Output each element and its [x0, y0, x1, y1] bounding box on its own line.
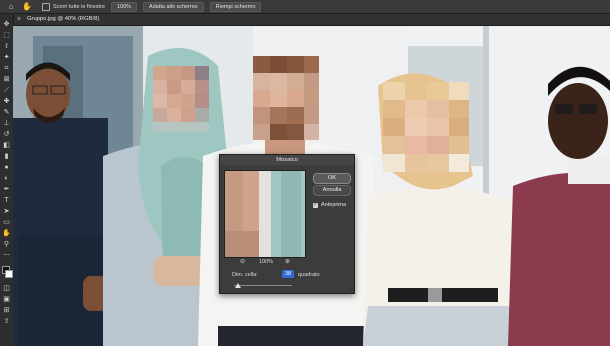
cancel-button[interactable]: Annulla — [313, 185, 351, 196]
cell-size-unit: quadrato — [298, 272, 320, 278]
gradient-icon[interactable]: ▮ — [2, 152, 11, 161]
zoom-100-button[interactable]: 100% — [110, 1, 138, 12]
close-tab-icon[interactable]: × — [17, 14, 21, 25]
color-swatches-icon[interactable] — [2, 266, 13, 280]
scroll-all-windows-label: Scorri tutte le finestre — [53, 3, 105, 10]
mosaic-face-3 — [383, 82, 469, 172]
hand-tool-preset-icon[interactable]: ✋ — [22, 2, 32, 11]
zoom-value: 100% — [259, 259, 274, 265]
type-icon[interactable]: T — [2, 196, 11, 205]
document-tab[interactable]: × Gruppo.jpg @ 40% (RGB/8) — [13, 14, 610, 26]
cell-size-label: Dim. cella: — [232, 272, 258, 278]
frame-icon[interactable]: ⊠ — [2, 75, 11, 84]
mosaic-dialog: Mosaico OK Annulla ✓ Anteprima ⊖ 100% ⊕ … — [219, 154, 355, 294]
more-tools-icon[interactable]: ⋯ — [2, 251, 11, 260]
brush-icon[interactable]: ✎ — [2, 108, 11, 117]
mosaic-face-1 — [153, 66, 209, 132]
rectangle-icon[interactable]: ▭ — [2, 218, 11, 227]
mosaic-face-2 — [253, 56, 319, 140]
crop-icon[interactable]: ⌗ — [2, 64, 11, 73]
magic-wand-icon[interactable]: ✦ — [2, 53, 11, 62]
move-icon[interactable]: ✥ — [2, 20, 11, 29]
path-select-icon[interactable]: ➤ — [2, 207, 11, 216]
tools-panel: ✥ ⬚ ℓ ✦ ⌗ ⊠ ⟋ ✚ ✎ ⊥ ↺ ◧ ▮ ● ◐ ✒ T ➤ ▭ ✋ … — [0, 14, 14, 346]
dodge-icon[interactable]: ◐ — [2, 174, 11, 183]
options-bar: ⌂ ✋ Scorri tutte le finestre 100% Adatta… — [0, 0, 610, 14]
history-brush-icon[interactable]: ↺ — [2, 130, 11, 139]
artboard-icon[interactable]: ⊞ — [2, 306, 11, 315]
pen-icon[interactable]: ✒ — [2, 185, 11, 194]
eraser-icon[interactable]: ◧ — [2, 141, 11, 150]
screen-mode-icon[interactable]: ▣ — [2, 295, 11, 304]
dialog-title: Mosaico — [220, 155, 354, 165]
cell-size-slider[interactable] — [234, 285, 292, 286]
zoom-in-icon[interactable]: ⊕ — [285, 258, 290, 265]
clone-stamp-icon[interactable]: ⊥ — [2, 119, 11, 128]
cell-size-input[interactable]: 38 — [282, 270, 294, 278]
slider-thumb[interactable] — [235, 283, 241, 288]
preview-label: Anteprima — [321, 202, 347, 208]
zoom-icon[interactable]: ⚲ — [2, 240, 11, 249]
document-title: Gruppo.jpg @ 40% (RGB/8) — [27, 16, 100, 22]
document-canvas[interactable]: Mosaico OK Annulla ✓ Anteprima ⊖ 100% ⊕ … — [13, 26, 610, 346]
share-icon[interactable]: ⇪ — [2, 317, 11, 326]
marquee-icon[interactable]: ⬚ — [2, 31, 11, 40]
blur-icon[interactable]: ● — [2, 163, 11, 172]
fit-screen-button[interactable]: Adatta allo schermo — [143, 1, 204, 12]
ok-button[interactable]: OK — [313, 173, 351, 184]
filter-preview[interactable] — [224, 170, 306, 258]
eyedropper-icon[interactable]: ⟋ — [2, 86, 11, 95]
lasso-icon[interactable]: ℓ — [2, 42, 11, 51]
healing-brush-icon[interactable]: ✚ — [2, 97, 11, 106]
home-icon[interactable]: ⌂ — [6, 2, 16, 11]
quick-mask-icon[interactable]: ◫ — [2, 284, 11, 293]
fill-screen-button[interactable]: Riempi schermo — [209, 1, 262, 12]
hand-icon[interactable]: ✋ — [2, 229, 11, 238]
zoom-out-icon[interactable]: ⊖ — [240, 258, 245, 265]
scroll-all-windows-checkbox[interactable] — [42, 2, 50, 11]
preview-checkbox[interactable]: ✓ — [313, 203, 318, 208]
